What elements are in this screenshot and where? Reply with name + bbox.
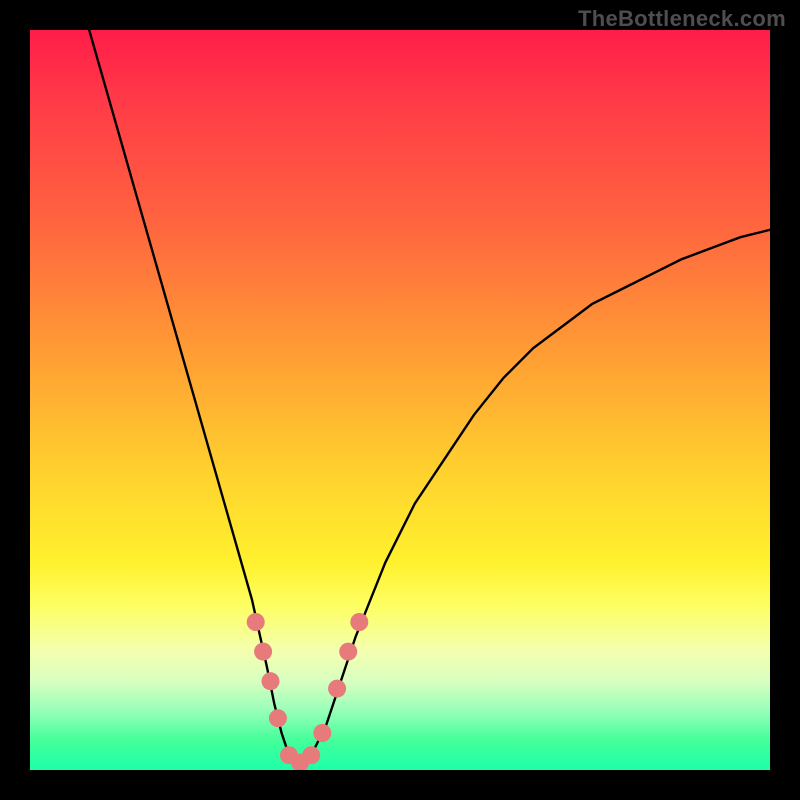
valley-marker (254, 643, 272, 661)
valley-marker (313, 724, 331, 742)
chart-frame: TheBottleneck.com (0, 0, 800, 800)
valley-markers (247, 613, 369, 770)
valley-marker (269, 709, 287, 727)
plot-area (30, 30, 770, 770)
watermark-text: TheBottleneck.com (578, 6, 786, 32)
valley-marker (350, 613, 368, 631)
bottleneck-curve (89, 30, 770, 763)
curve-layer (30, 30, 770, 770)
valley-marker (302, 746, 320, 764)
valley-marker (328, 680, 346, 698)
valley-marker (339, 643, 357, 661)
valley-marker (262, 672, 280, 690)
valley-marker (247, 613, 265, 631)
